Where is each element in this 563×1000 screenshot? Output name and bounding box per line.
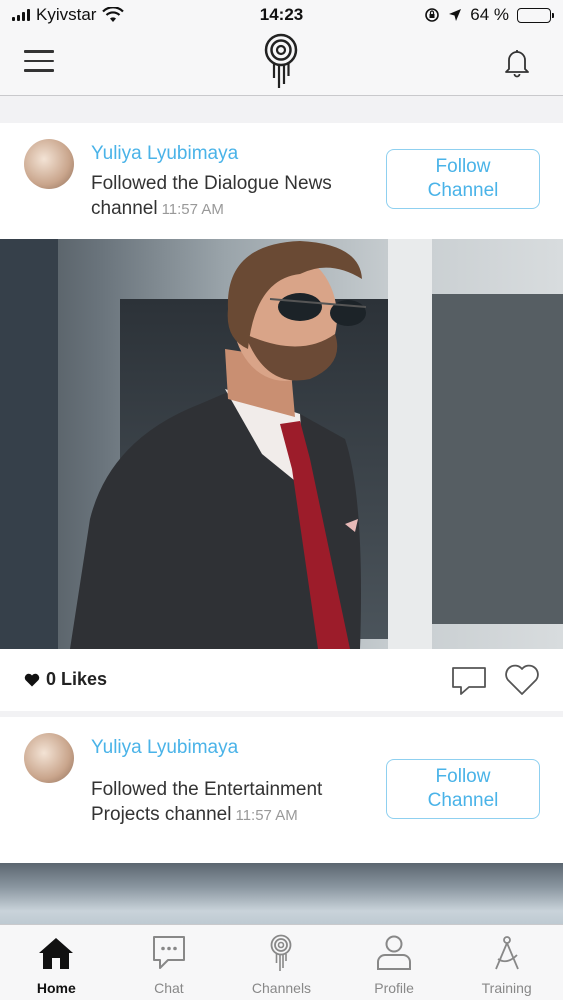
follow-label-line2: Channel [427, 790, 499, 811]
tab-chat-label: Chat [154, 980, 184, 996]
status-bar: Kyivstar 14:23 64 % [0, 0, 563, 30]
hamburger-menu-icon[interactable] [24, 50, 54, 74]
carrier-name: Kyivstar [36, 5, 97, 24]
card-header: Yuliya Lyubimaya Followed the Dialogue N… [0, 123, 563, 239]
follow-button-label: Follow Channel [428, 155, 499, 203]
post-image[interactable] [0, 239, 563, 649]
status-time: 14:23 [259, 5, 304, 24]
activity-feed[interactable]: Yuliya Lyubimaya Followed the Dialogue N… [0, 97, 563, 924]
tab-profile-label: Profile [374, 980, 414, 996]
card-header: Yuliya Lyubimaya Followed the Entertainm… [0, 717, 563, 863]
author-name[interactable]: Yuliya Lyubimaya [91, 143, 238, 165]
activity-time: 11:57 AM [235, 807, 298, 824]
home-icon [39, 938, 74, 969]
bell-icon[interactable] [501, 46, 533, 78]
follow-channel-button[interactable]: Follow Channel [386, 149, 540, 209]
post-actions: 0 Likes [0, 649, 563, 711]
tab-home[interactable]: Home [0, 925, 113, 1000]
signal-icon [12, 9, 30, 21]
avatar[interactable] [24, 733, 74, 783]
channels-icon [271, 934, 292, 971]
feed-card: Yuliya Lyubimaya Followed the Dialogue N… [0, 123, 563, 711]
tab-chat[interactable]: Chat [113, 925, 226, 1000]
feed-card: Yuliya Lyubimaya Followed the Entertainm… [0, 717, 563, 924]
status-right: 64 % [351, 5, 554, 25]
rotation-lock-icon [425, 8, 440, 22]
tab-channels[interactable]: Channels [225, 925, 338, 1000]
post-image[interactable] [0, 863, 563, 924]
status-left: Kyivstar [12, 5, 212, 25]
wifi-icon [102, 7, 125, 22]
battery-percent: 64 % [470, 5, 509, 24]
follow-label-line1: Follow [435, 766, 491, 787]
activity-text: Followed the Entertainment Projects chan… [91, 777, 391, 828]
follow-label-line1: Follow [435, 156, 491, 177]
chat-icon [152, 936, 185, 969]
tab-training-label: Training [481, 980, 532, 996]
bottom-tab-bar: Home Chat Channels Profile Training [0, 924, 563, 1000]
likes-count[interactable]: 0 Likes [24, 669, 107, 690]
follow-button-label: Follow Channel [428, 765, 499, 813]
tab-training[interactable]: Training [450, 925, 563, 1000]
likes-text: 0 Likes [46, 669, 108, 689]
heart-filled-icon [24, 673, 40, 686]
app-logo-icon[interactable] [263, 32, 299, 90]
author-name[interactable]: Yuliya Lyubimaya [91, 737, 238, 759]
man-in-suit-figure [70, 241, 367, 649]
tab-profile[interactable]: Profile [338, 925, 451, 1000]
location-icon [449, 9, 462, 21]
battery-icon [517, 7, 554, 23]
avatar[interactable] [24, 139, 74, 189]
activity-time: 11:57 AM [161, 201, 224, 218]
tab-home-label: Home [36, 980, 76, 996]
profile-icon [377, 935, 412, 970]
like-heart-icon[interactable] [504, 663, 540, 697]
top-navigation [0, 30, 563, 96]
tab-channels-label: Channels [251, 980, 312, 996]
compass-icon [494, 936, 519, 970]
comment-icon[interactable] [450, 665, 488, 697]
activity-text: Followed the Dialogue News channel 11:57 … [91, 171, 376, 222]
follow-label-line2: Channel [427, 180, 499, 201]
follow-channel-button[interactable]: Follow Channel [386, 759, 540, 819]
